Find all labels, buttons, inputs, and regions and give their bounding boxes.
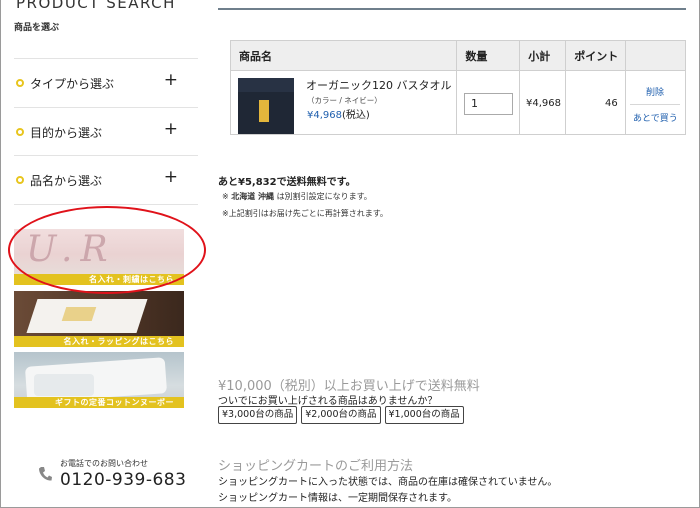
banner-gift-towel[interactable]: ギフトの定番コットンヌーボー — [14, 352, 184, 408]
header-points: ポイント — [565, 40, 627, 71]
bullet-icon — [16, 176, 24, 184]
sidebar-title: PRODUCT SEARCH — [16, 0, 176, 12]
towel-image — [34, 374, 94, 396]
sidebar-item-label: タイプから選ぶ — [30, 77, 115, 91]
gift-ribbon-image — [61, 307, 97, 321]
bullet-icon — [16, 128, 24, 136]
top-divider — [218, 8, 686, 10]
note-regions: 北海道 沖縄 — [231, 192, 275, 201]
item-subtotal: ¥4,968 — [526, 98, 561, 109]
cell-actions — [625, 70, 686, 135]
delete-link[interactable]: 削除 — [646, 85, 664, 98]
plus-icon[interactable]: + — [164, 119, 178, 139]
item-points: 46 — [605, 98, 618, 109]
promo-subtext: ついでにお買い上げされる商品はありませんか？ — [218, 396, 438, 407]
price-value: ¥4,968 — [307, 110, 342, 121]
product-price: ¥4,968(税込) — [307, 106, 370, 121]
sidebar-item-label: 品名から選ぶ — [30, 174, 103, 188]
price-range-chips: ¥3,000台の商品 ¥2,000台の商品 ¥1,000台の商品 — [218, 406, 464, 424]
sidebar-item-type[interactable]: タイプから選ぶ + — [14, 58, 198, 106]
banner-wrapping[interactable]: 名入れ・ラッピングはこちら — [14, 291, 184, 347]
guide-line-storage: ショッピングカート情報は、一定期間保存されます。 — [218, 493, 457, 504]
sidebar-item-product-name[interactable]: 品名から選ぶ + — [14, 155, 198, 203]
plus-icon[interactable]: + — [164, 167, 178, 187]
quantity-input[interactable]: 1 — [464, 93, 513, 115]
plus-icon[interactable]: + — [164, 70, 178, 90]
product-thumbnail[interactable] — [238, 78, 294, 134]
save-for-later-link[interactable]: あとで買う — [633, 111, 678, 124]
guide-heading: ショッピングカートのご利用方法 — [218, 459, 414, 474]
chip-3000[interactable]: ¥3,000台の商品 — [218, 406, 298, 424]
note-suffix: は別割引設定になります。 — [274, 192, 372, 201]
cart-table: 商品名 数量 小計 ポイント — [229, 40, 686, 135]
product-variant: （カラー / ネイビー） — [307, 96, 382, 105]
chip-1000[interactable]: ¥1,000台の商品 — [384, 406, 464, 424]
header-actions — [625, 40, 686, 71]
banner-caption: 名入れ・ラッピングはこちら — [14, 336, 184, 347]
shipping-note-regions: ※ 北海道 沖縄 は別割引設定になります。 — [222, 191, 372, 202]
phone-icon — [39, 467, 52, 481]
towel-fold — [238, 78, 294, 92]
chip-2000[interactable]: ¥2,000台の商品 — [301, 406, 381, 424]
note-prefix: ※ — [222, 192, 232, 201]
shipping-note-recalc: ※上記割引はお届け先ごとに再計算されます。 — [222, 209, 388, 218]
sidebar-item-purpose[interactable]: 目的から選ぶ + — [14, 107, 198, 155]
header-quantity: 数量 — [456, 40, 521, 71]
bullet-icon — [16, 79, 24, 87]
header-product-name: 商品名 — [229, 40, 458, 71]
contact-phone-number[interactable]: 0120-939-683 — [60, 470, 186, 490]
banner-caption: ギフトの定番コットンヌーボー — [14, 397, 184, 408]
action-divider — [630, 104, 680, 105]
sidebar-divider — [14, 204, 198, 205]
red-highlight-circle — [8, 206, 206, 294]
sidebar-item-label: 目的から選ぶ — [30, 126, 103, 140]
price-tax: (税込) — [342, 110, 370, 121]
towel-tag — [259, 100, 269, 122]
header-subtotal: 小計 — [519, 40, 567, 71]
guide-line-stock: ショッピングカートに入った状態では、商品の在庫は確保されていません。 — [218, 477, 558, 488]
free-shipping-remaining: あと¥5,832で送料無料です。 — [218, 177, 356, 188]
cart-header-row: 商品名 数量 小計 ポイント — [229, 40, 686, 71]
product-name[interactable]: オーガニック120 バスタオル — [306, 77, 452, 93]
sidebar-subtitle: 商品を選ぶ — [14, 23, 60, 33]
contact-label: お電話でのお問い合わせ — [60, 459, 148, 468]
